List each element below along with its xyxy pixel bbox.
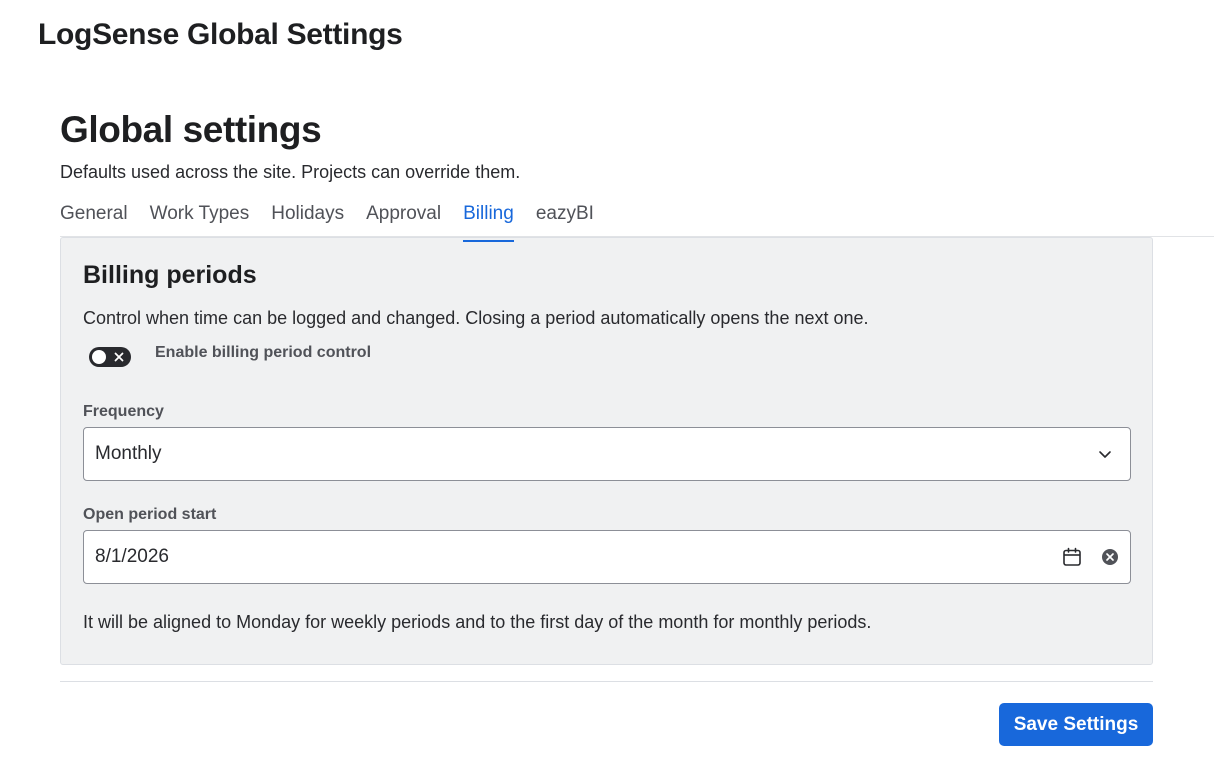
billing-toggle-row: Enable billing period control [83, 344, 1130, 367]
settings-tabs: General Work Types Holidays Approval Bil… [60, 199, 1214, 242]
billing-period-toggle[interactable] [89, 347, 131, 367]
calendar-icon[interactable] [1061, 546, 1083, 568]
tab-billing[interactable]: Billing [463, 199, 514, 242]
footer-divider [60, 681, 1153, 682]
settings-page: Global settings Defaults used across the… [60, 106, 1214, 682]
tab-holidays[interactable]: Holidays [271, 199, 344, 236]
page-subtitle: Defaults used across the site. Projects … [60, 162, 521, 182]
open-period-start-value: 8/1/2026 [95, 546, 169, 567]
page-title: Global settings [60, 109, 322, 150]
toggle-knob [92, 350, 106, 364]
frequency-value: Monthly [95, 443, 162, 464]
alignment-helper-text: It will be aligned to Monday for weekly … [83, 612, 872, 632]
app-title: LogSense Global Settings [38, 18, 403, 51]
panel-description: Control when time can be logged and chan… [83, 308, 869, 328]
clear-icon[interactable] [1101, 548, 1119, 566]
open-period-start-label: Open period start [83, 506, 217, 523]
billing-panel: Billing periods Control when time can be… [60, 237, 1153, 665]
frequency-label: Frequency [83, 403, 164, 420]
tab-eazybi[interactable]: eazyBI [536, 199, 594, 236]
toggle-label: Enable billing period control [155, 344, 372, 361]
tab-general[interactable]: General [60, 199, 128, 236]
open-period-start-input[interactable]: 8/1/2026 [83, 530, 1131, 584]
tab-work-types[interactable]: Work Types [150, 199, 250, 236]
frequency-select[interactable]: Monthly [83, 427, 1131, 481]
chevron-down-icon [1099, 451, 1111, 458]
close-icon [114, 352, 124, 362]
tab-approval[interactable]: Approval [366, 199, 441, 236]
panel-title: Billing periods [83, 261, 257, 289]
save-settings-button[interactable]: Save Settings [999, 703, 1153, 746]
